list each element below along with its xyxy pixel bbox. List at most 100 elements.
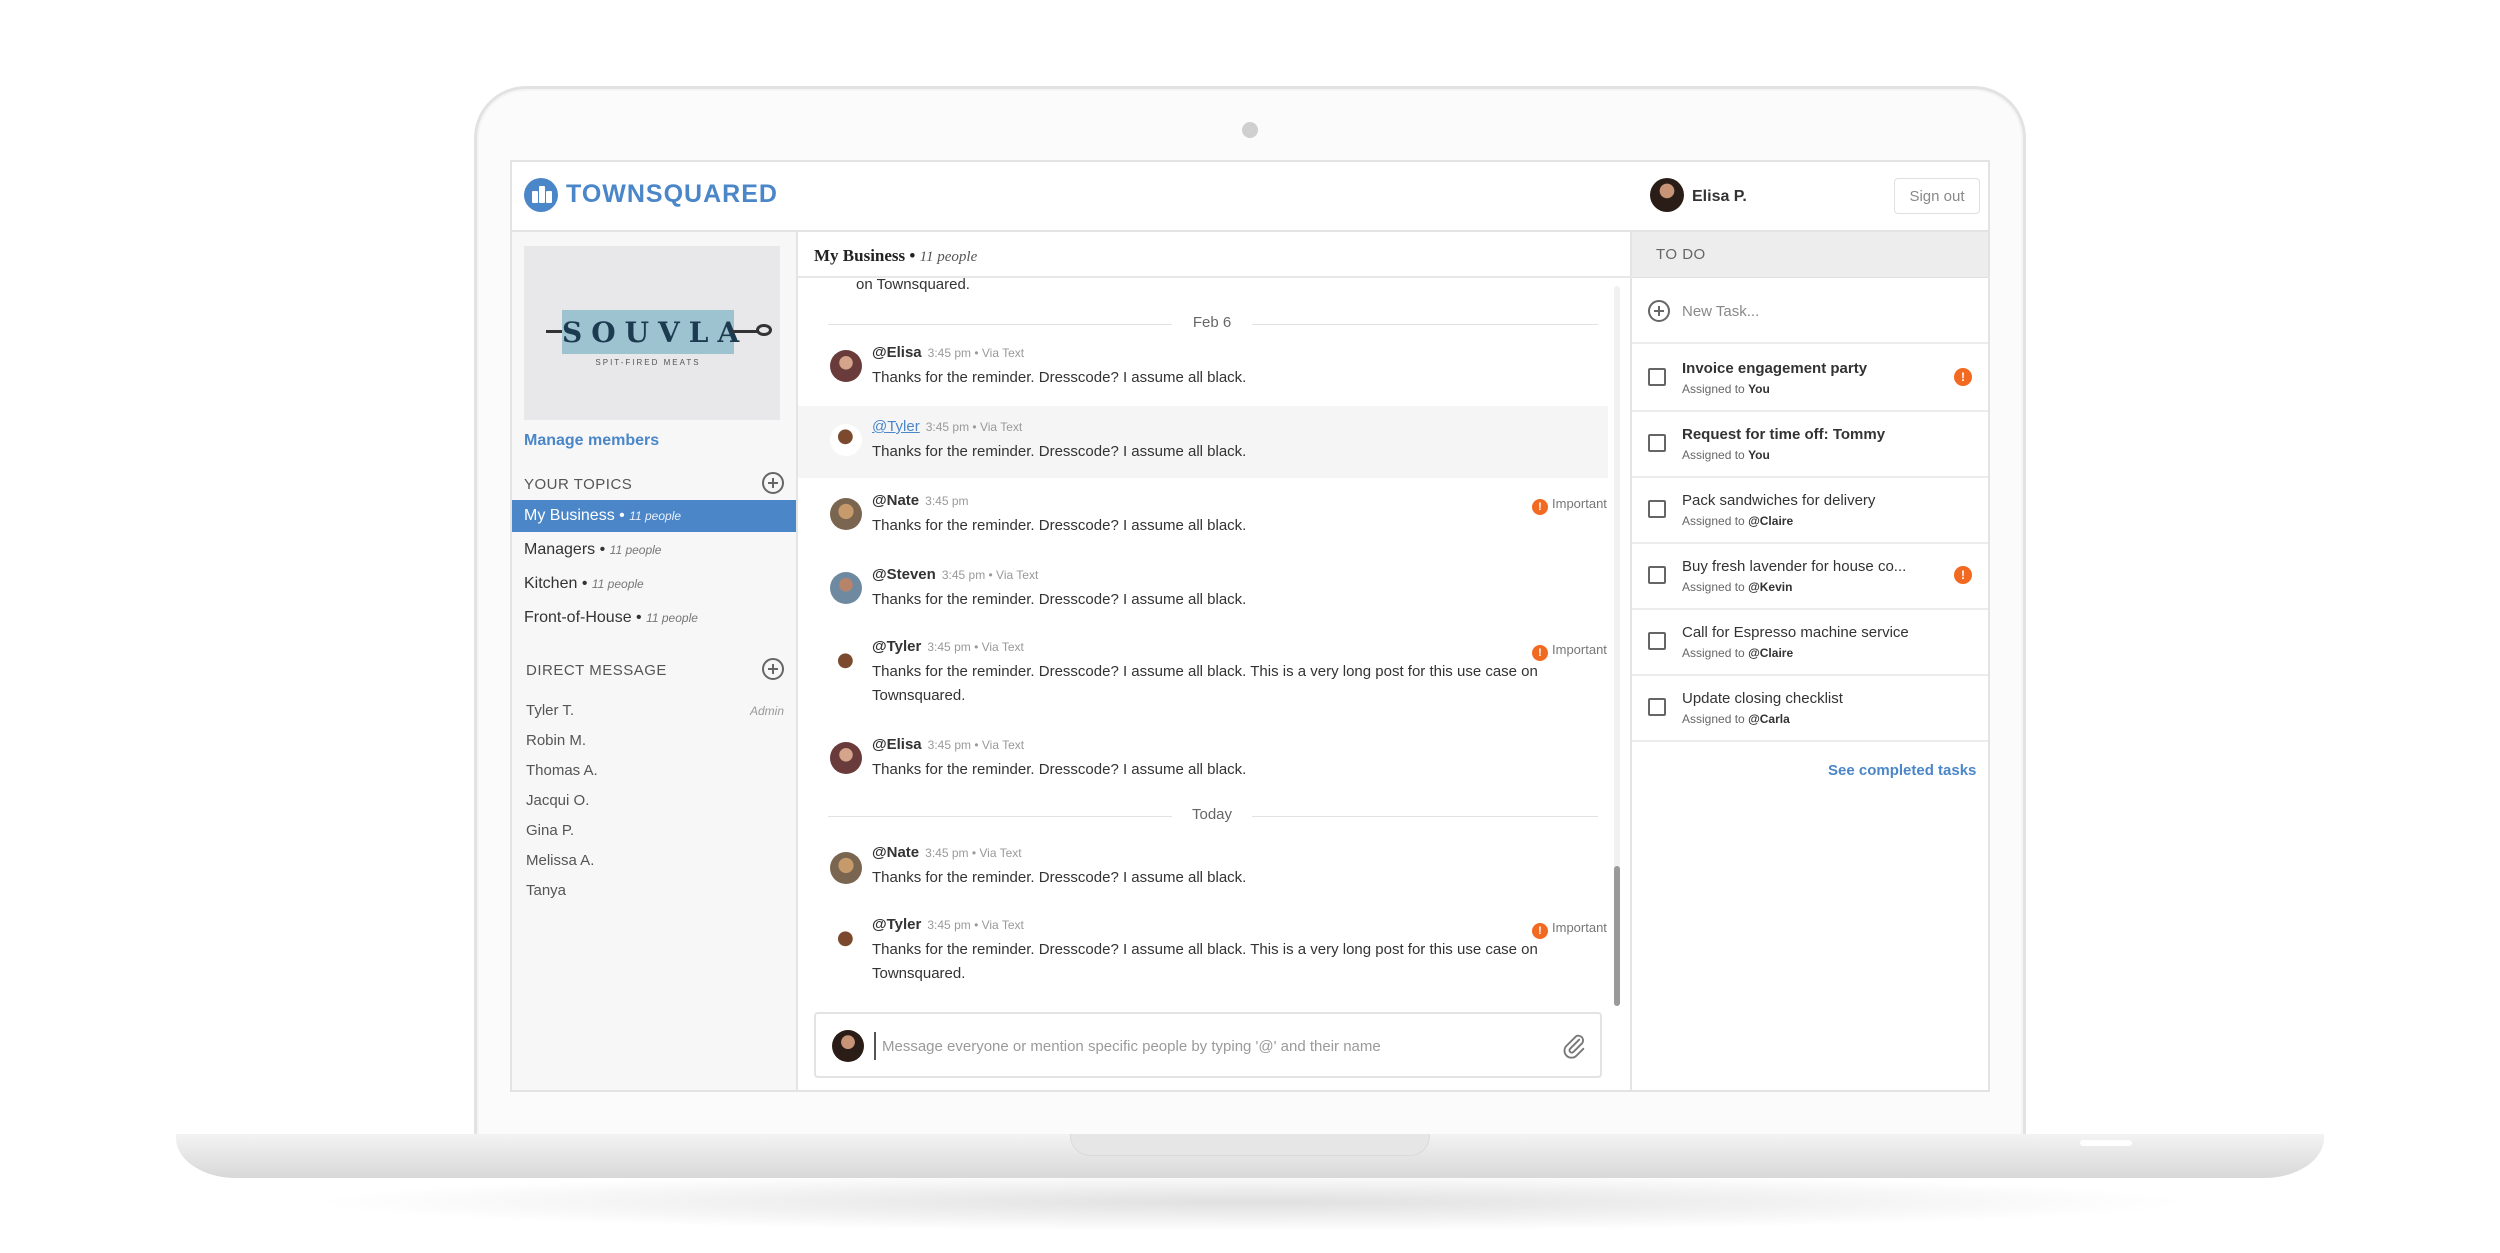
message-item[interactable]: @Elisa 3:45 pm • Via Text Thanks for the … — [798, 726, 1608, 798]
task-title[interactable]: Request for time off: Tommy — [1682, 426, 1932, 443]
composer-avatar — [832, 1030, 864, 1062]
task-assignee: Assigned to You — [1682, 382, 1770, 396]
message-author[interactable]: @Nate 3:45 pm — [872, 492, 969, 509]
dm-gina[interactable]: Gina P. — [526, 822, 574, 839]
task-checkbox[interactable] — [1648, 632, 1666, 650]
message-item[interactable]: @Tyler 3:45 pm • Via Text ! Important Than… — [798, 628, 1608, 724]
task-checkbox[interactable] — [1648, 368, 1666, 386]
message-item[interactable]: @Nate 3:45 pm ! Important Thanks for the r… — [798, 480, 1608, 552]
message-author[interactable]: @Elisa 3:45 pm • Via Text — [872, 736, 1024, 753]
user-name[interactable]: Elisa P. — [1692, 188, 1747, 206]
brand-name: SOUVLA — [562, 316, 749, 349]
avatar[interactable] — [830, 926, 862, 958]
task-title[interactable]: Pack sandwiches for delivery — [1682, 492, 1932, 509]
townsquared-logo-icon — [524, 178, 558, 212]
message-author[interactable]: @Nate 3:45 pm • Via Text — [872, 844, 1022, 861]
task-title[interactable]: Invoice engagement party — [1682, 360, 1932, 377]
task-item: Request for time off: Tommy Assigned to … — [1632, 412, 1988, 478]
topic-my-business[interactable]: My Business • 11 people — [512, 500, 796, 532]
admin-badge: Admin — [750, 704, 785, 718]
avatar[interactable] — [830, 742, 862, 774]
topic-kitchen[interactable]: Kitchen • 11 people — [512, 568, 796, 600]
task-checkbox[interactable] — [1648, 500, 1666, 518]
dm-tanya[interactable]: Tanya — [526, 882, 566, 899]
message-composer — [814, 1012, 1602, 1078]
add-task-plus-icon[interactable] — [1648, 300, 1670, 322]
avatar[interactable] — [830, 648, 862, 680]
chat-title: My Business • 11 people — [814, 246, 978, 265]
important-badge: ! Important — [1532, 642, 1607, 661]
business-logo: SOUVLA SPIT-FIRED MEATS — [524, 246, 780, 420]
message-item[interactable]: @Nate 3:45 pm • Via Text Thanks for the r… — [798, 832, 1608, 904]
date-divider-today: Today — [1172, 806, 1252, 823]
brand-tagline: SPIT-FIRED MEATS — [595, 358, 701, 367]
app-screen: TOWNSQUARED Elisa P. Sign out SOUVLA SPI… — [510, 160, 1990, 1092]
message-item[interactable]: @Elisa 3:45 pm • Via Text Thanks for the … — [798, 332, 1608, 404]
date-divider-feb6: Feb 6 — [1172, 314, 1252, 331]
task-assignee: Assigned to You — [1682, 448, 1770, 462]
app-logo-text: TOWNSQUARED — [566, 180, 778, 208]
sign-out-button[interactable]: Sign out — [1894, 178, 1980, 214]
message-input[interactable] — [874, 1032, 1524, 1060]
task-item: Buy fresh lavender for house co... Assig… — [1632, 544, 1988, 610]
task-assignee: Assigned to @Claire — [1682, 646, 1794, 660]
direct-message-heading: DIRECT MESSAGE — [526, 662, 667, 679]
task-checkbox[interactable] — [1648, 566, 1666, 584]
message-author[interactable]: @Steven 3:45 pm • Via Text — [872, 566, 1038, 583]
dm-robin[interactable]: Robin M. — [526, 732, 586, 749]
dm-melissa[interactable]: Melissa A. — [526, 852, 594, 869]
new-task-row — [1632, 278, 1988, 344]
message-author[interactable]: @Tyler 3:45 pm • Via Text — [872, 916, 1024, 933]
message-item-highlighted[interactable]: @Tyler 3:45 pm • Via Text Thanks for the … — [798, 406, 1608, 478]
task-title[interactable]: Update closing checklist — [1682, 690, 1932, 707]
chat-scrollbar-thumb[interactable] — [1614, 866, 1620, 1006]
important-icon: ! — [1532, 923, 1548, 939]
important-icon: ! — [1532, 645, 1548, 661]
truncated-message-text: on Townsquared. — [856, 276, 970, 293]
task-assignee: Assigned to @Carla — [1682, 712, 1790, 726]
add-direct-message-plus-icon[interactable] — [762, 658, 784, 680]
task-item: Update closing checklist Assigned to @Ca… — [1632, 676, 1988, 742]
message-text: Thanks for the reminder. Dresscode? I as… — [872, 941, 1538, 982]
message-item[interactable]: @Tyler 3:45 pm • Via Text ! Important Than… — [798, 906, 1608, 1002]
topic-managers[interactable]: Managers • 11 people — [512, 534, 796, 566]
dm-tyler[interactable]: Tyler T. — [526, 702, 574, 719]
task-title[interactable]: Buy fresh lavender for house co... — [1682, 558, 1932, 575]
manage-members-link[interactable]: Manage members — [524, 432, 659, 450]
important-badge: ! Important — [1532, 496, 1607, 515]
avatar[interactable] — [830, 350, 862, 382]
add-topic-plus-icon[interactable] — [762, 472, 784, 494]
message-text: Thanks for the reminder. Dresscode? I as… — [872, 443, 1247, 460]
topic-front-of-house[interactable]: Front-of-House • 11 people — [512, 602, 796, 634]
status-light — [2080, 1140, 2132, 1146]
message-author[interactable]: @Elisa 3:45 pm • Via Text — [872, 344, 1024, 361]
important-icon: ! — [1532, 499, 1548, 515]
chat-header: My Business • 11 people — [798, 232, 1632, 278]
task-checkbox[interactable] — [1648, 434, 1666, 452]
task-assignee: Assigned to @Kevin — [1682, 580, 1793, 594]
dm-jacqui[interactable]: Jacqui O. — [526, 792, 589, 809]
new-task-input[interactable] — [1682, 296, 1972, 326]
important-badge: ! Important — [1532, 920, 1607, 939]
avatar[interactable] — [830, 852, 862, 884]
paperclip-icon[interactable] — [1560, 1032, 1588, 1060]
avatar[interactable] — [830, 572, 862, 604]
task-title[interactable]: Call for Espresso machine service — [1682, 624, 1932, 641]
avatar[interactable] — [830, 498, 862, 530]
message-text: Thanks for the reminder. Dresscode? I as… — [872, 591, 1247, 608]
message-author[interactable]: @Tyler 3:45 pm • Via Text — [872, 638, 1024, 655]
message-author-link[interactable]: @Tyler 3:45 pm • Via Text — [872, 418, 1022, 435]
your-topics-heading: YOUR TOPICS — [524, 476, 633, 493]
message-text: Thanks for the reminder. Dresscode? I as… — [872, 663, 1538, 704]
message-item[interactable]: @Steven 3:45 pm • Via Text Thanks for the… — [798, 554, 1608, 626]
see-completed-tasks-link[interactable]: See completed tasks — [1828, 762, 1976, 779]
todo-panel: TO DO Invoice engagement party Assigned … — [1632, 232, 1988, 1090]
top-bar: TOWNSQUARED Elisa P. Sign out — [512, 162, 1988, 232]
user-avatar[interactable] — [1650, 178, 1684, 212]
laptop-notch — [1070, 1134, 1430, 1156]
task-item: Invoice engagement party Assigned to You… — [1632, 346, 1988, 412]
task-item: Pack sandwiches for delivery Assigned to… — [1632, 478, 1988, 544]
avatar[interactable] — [830, 424, 862, 456]
dm-thomas[interactable]: Thomas A. — [526, 762, 598, 779]
task-checkbox[interactable] — [1648, 698, 1666, 716]
